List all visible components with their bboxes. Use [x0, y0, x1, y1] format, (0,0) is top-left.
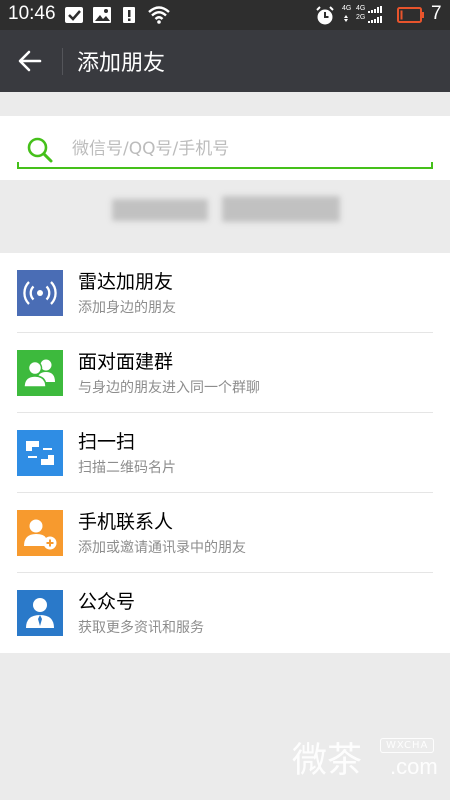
- list-item-scan[interactable]: 扫一扫 扫描二维码名片: [0, 413, 450, 493]
- battery-icon: [397, 7, 424, 23]
- add-friend-options: 雷达加朋友 添加身边的朋友 面对面建群 与身边的朋友进入同一个群聊 扫一扫 扫描…: [0, 253, 450, 653]
- item-title: 手机联系人: [78, 511, 174, 533]
- blurred-text: [112, 199, 208, 221]
- item-title: 面对面建群: [78, 351, 174, 373]
- wifi-icon: [148, 6, 170, 24]
- watermark-text: 微茶: [292, 741, 363, 781]
- list-item-phone-contacts[interactable]: 手机联系人 添加或邀请通讯录中的朋友: [0, 493, 450, 573]
- item-title: 公众号: [78, 591, 136, 613]
- alert-icon: [123, 7, 135, 23]
- calendar-check-icon: [65, 7, 83, 23]
- list-item-official-accounts[interactable]: 公众号 获取更多资讯和服务: [0, 573, 450, 653]
- search-icon: [27, 137, 53, 163]
- status-bar: 10:46 4G 4G 2G 7: [0, 0, 450, 30]
- battery-level: 7: [431, 3, 442, 24]
- radar-icon: [17, 270, 63, 316]
- back-arrow-icon[interactable]: [12, 43, 48, 79]
- title-divider: [62, 48, 63, 75]
- status-time: 10:46: [8, 3, 56, 24]
- scan-icon: [17, 430, 63, 476]
- blurred-text: [222, 196, 340, 222]
- my-id-blurred[interactable]: [0, 180, 450, 232]
- list-item-face-to-face-group[interactable]: 面对面建群 与身边的朋友进入同一个群聊: [0, 333, 450, 413]
- item-subtitle: 添加身边的朋友: [78, 300, 176, 316]
- signal-bars-icon: [344, 6, 382, 23]
- page-title: 添加朋友: [77, 51, 166, 76]
- list-item-radar[interactable]: 雷达加朋友 添加身边的朋友: [0, 253, 450, 333]
- phone-contacts-icon: [17, 510, 63, 556]
- item-title: 扫一扫: [78, 431, 136, 453]
- item-subtitle: 与身边的朋友进入同一个群聊: [78, 380, 260, 396]
- item-subtitle: 添加或邀请通讯录中的朋友: [78, 540, 246, 556]
- alarm-icon: [316, 6, 334, 25]
- title-bar: 添加朋友: [0, 30, 450, 92]
- watermark-site: WXCHA: [380, 738, 435, 753]
- face-to-face-group-icon: [17, 350, 63, 396]
- item-subtitle: 获取更多资讯和服务: [78, 620, 204, 636]
- search-underline: [17, 162, 433, 169]
- gallery-icon: [93, 7, 111, 23]
- item-title: 雷达加朋友: [78, 271, 174, 293]
- signal-indicator: 4G 4G 2G: [342, 5, 390, 25]
- item-subtitle: 扫描二维码名片: [78, 460, 176, 476]
- search-input[interactable]: [72, 136, 422, 162]
- search-bar[interactable]: [0, 116, 450, 180]
- official-account-icon: [17, 590, 63, 636]
- watermark-domain: .com: [390, 754, 438, 779]
